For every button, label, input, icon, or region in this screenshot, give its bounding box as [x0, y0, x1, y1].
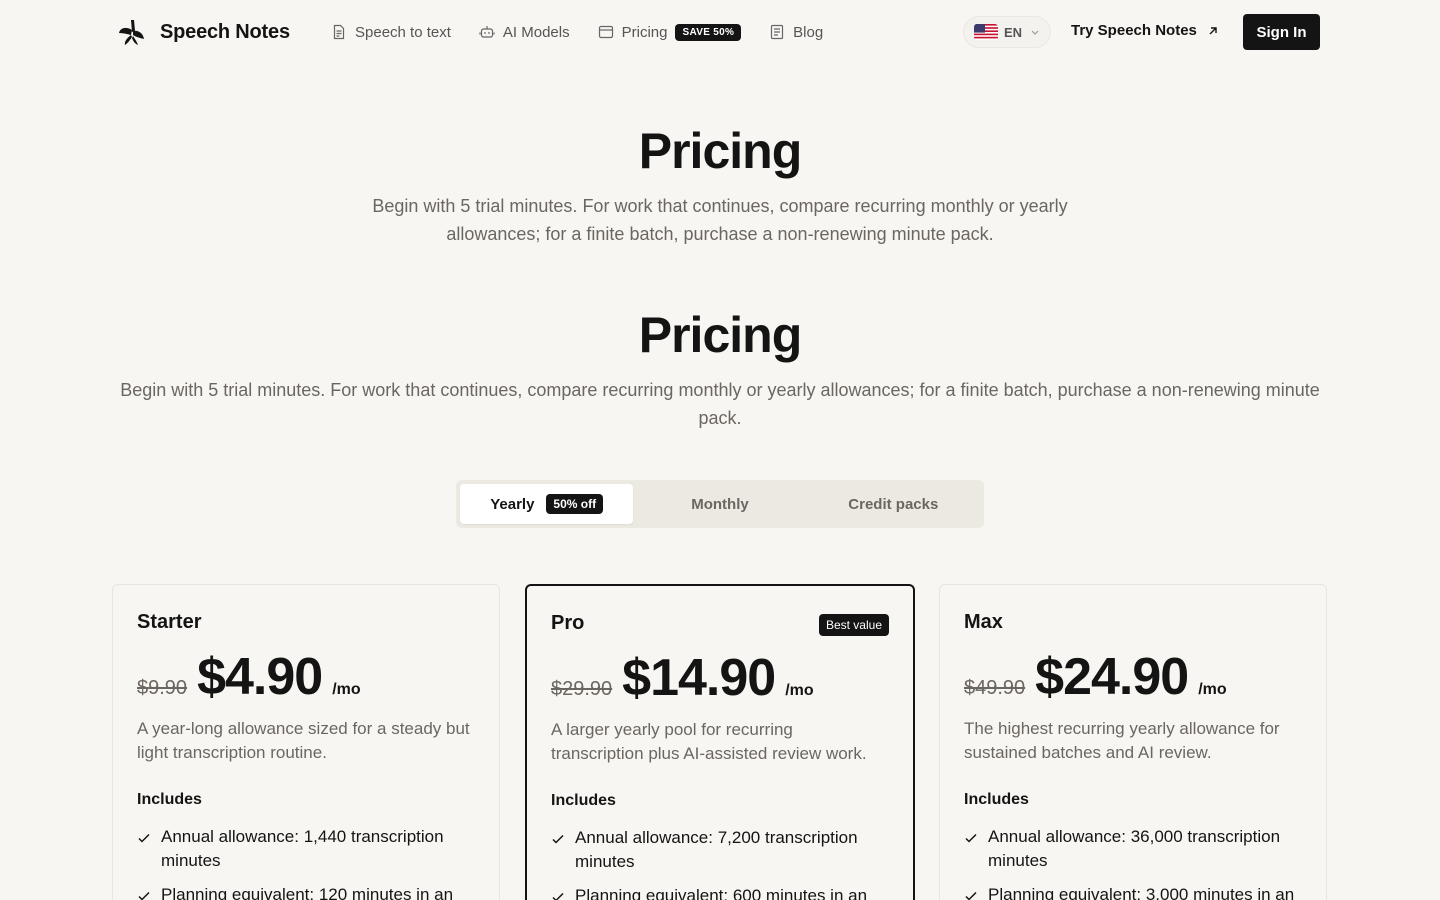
try-label: Try Speech Notes: [1071, 22, 1197, 39]
pricing-icon: [598, 25, 613, 39]
robot-icon: [479, 26, 495, 38]
nav-link-speech-to-text[interactable]: Speech to text: [331, 24, 451, 41]
price-period: /mo: [332, 681, 361, 698]
feature-item: Annual allowance: 7,200 transcription mi…: [551, 826, 889, 874]
nav-link-label: Pricing: [621, 23, 668, 41]
current-price: $24.90: [1035, 648, 1189, 706]
original-price: $49.90: [964, 677, 1026, 699]
plan-card-starter: Starter $9.90 $4.90 /mo A year-long allo…: [112, 584, 500, 900]
nav-link-label: Speech to text: [355, 23, 451, 41]
feature-list: Annual allowance: 1,440 transcription mi…: [137, 825, 475, 900]
includes-heading: Includes: [964, 791, 1029, 808]
feature-text: Planning equivalent: 600 minutes in an: [575, 886, 868, 900]
discount-badge: 50% off: [546, 494, 604, 514]
feature-text: Planning equivalent: 3,000 minutes in an: [988, 885, 1295, 900]
original-price: $9.90: [137, 677, 188, 699]
includes-heading: Includes: [551, 792, 616, 809]
feature-list: Annual allowance: 7,200 transcription mi…: [551, 826, 889, 900]
plan-name: Pro: [551, 612, 585, 634]
tab-label: Yearly: [490, 495, 535, 513]
check-icon: [138, 891, 150, 900]
language-code: EN: [1004, 24, 1023, 40]
feature-text: Annual allowance: 7,200 transcription mi…: [575, 828, 858, 871]
feature-text: Annual allowance: 36,000 transcription m…: [988, 827, 1281, 870]
sign-in-button[interactable]: Sign In: [1243, 14, 1320, 50]
original-price: $29.90: [551, 678, 613, 700]
plan-name: Max: [964, 611, 1003, 633]
check-icon: [965, 833, 977, 843]
us-flag-icon: [974, 24, 998, 40]
current-price: $14.90: [622, 649, 776, 707]
price-row: $9.90 $4.90 /mo: [137, 647, 361, 707]
tab-label: Monthly: [691, 495, 749, 513]
tab-monthly[interactable]: Monthly: [633, 484, 806, 524]
nav-links: Speech to text AI Models Pricing SAVE 50…: [331, 20, 851, 44]
plan-name: Starter: [137, 611, 202, 633]
tab-credit-packs[interactable]: Credit packs: [807, 484, 980, 524]
plan-description: A year-long allowance sized for a steady…: [137, 719, 470, 762]
price-row: $49.90 $24.90 /mo: [964, 647, 1227, 707]
price-period: /mo: [785, 682, 814, 699]
feature-item: Planning equivalent: 3,000 minutes in an: [964, 883, 1302, 900]
current-price: $4.90: [197, 648, 323, 706]
nav-link-label: Blog: [793, 23, 824, 41]
feature-list: Annual allowance: 36,000 transcription m…: [964, 825, 1302, 900]
top-navigation: Speech Notes Speech to text AI Models Pr…: [0, 0, 1440, 64]
arrow-up-right-icon: [1209, 26, 1217, 34]
includes-heading: Includes: [137, 791, 202, 808]
feature-text: Annual allowance: 1,440 transcription mi…: [161, 827, 444, 870]
billing-toggle: Yearly 50% off Monthly Credit packs: [456, 480, 984, 528]
check-icon: [552, 834, 564, 844]
brand-name: Speech Notes: [160, 20, 290, 43]
nav-link-ai-models[interactable]: AI Models: [479, 24, 570, 41]
brand-logo[interactable]: Speech Notes: [116, 16, 290, 48]
plan-card-pro: Pro Best value $29.90 $14.90 /mo A large…: [525, 584, 915, 900]
blog-icon: [771, 24, 784, 40]
plan-card-max: Max $49.90 $24.90 /mo The highest recurr…: [939, 584, 1327, 900]
section-subtitle: Begin with 5 trial minutes. For work tha…: [120, 380, 1320, 428]
page-subtitle: Begin with 5 trial minutes. For work tha…: [372, 196, 1068, 244]
language-selector[interactable]: EN: [963, 16, 1051, 48]
chevron-down-icon: [1031, 30, 1039, 35]
feature-item: Annual allowance: 1,440 transcription mi…: [137, 825, 475, 873]
tab-yearly[interactable]: Yearly 50% off: [460, 484, 634, 524]
document-icon: [333, 24, 345, 40]
feature-item: Annual allowance: 36,000 transcription m…: [964, 825, 1302, 873]
best-value-badge: Best value: [818, 614, 889, 636]
tab-label: Credit packs: [848, 495, 939, 513]
feature-text: Planning equivalent: 120 minutes in an: [161, 885, 454, 900]
feature-item: Planning equivalent: 120 minutes in an: [137, 883, 475, 900]
check-icon: [965, 891, 977, 900]
plan-description: The highest recurring yearly allowance f…: [964, 719, 1280, 762]
check-icon: [552, 892, 564, 900]
feature-item: Planning equivalent: 600 minutes in an: [551, 884, 889, 900]
nav-link-blog[interactable]: Blog: [769, 24, 823, 41]
butterfly-logo-icon: [119, 20, 144, 45]
try-speech-notes-link[interactable]: Try Speech Notes: [1071, 22, 1219, 39]
nav-link-label: AI Models: [502, 23, 570, 41]
check-icon: [138, 833, 150, 843]
price-row: $29.90 $14.90 /mo: [551, 648, 814, 708]
plan-description: A larger yearly pool for recurring trans…: [551, 720, 867, 763]
nav-link-pricing[interactable]: Pricing SAVE 50%: [598, 23, 742, 41]
page-title: Pricing: [638, 123, 802, 179]
price-period: /mo: [1198, 681, 1227, 698]
section-title: Pricing: [638, 307, 802, 363]
save-badge: SAVE 50%: [675, 23, 742, 41]
